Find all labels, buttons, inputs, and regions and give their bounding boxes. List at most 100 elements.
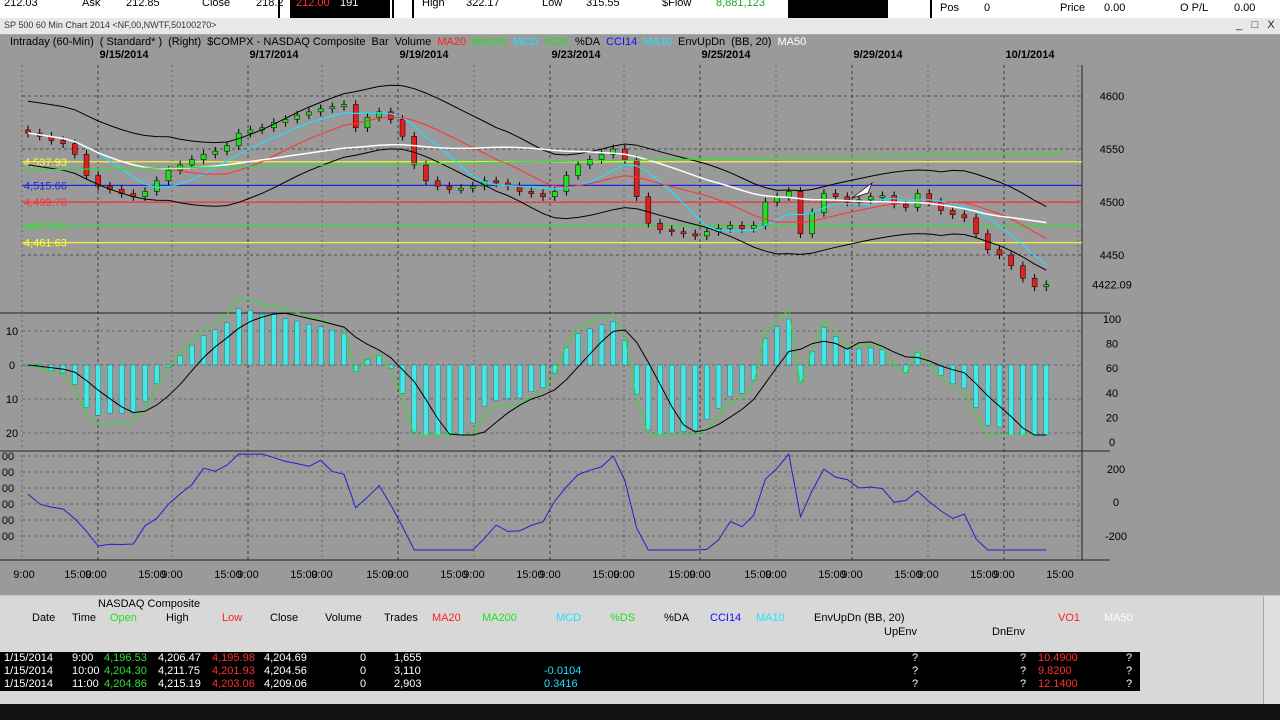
table-cell-trades: 2,903 [394,678,422,690]
table-cell-dn: ? [1020,665,1027,677]
dnenv-subheader: DnEnv [992,626,1026,638]
price-axis-label: 4450 [1100,250,1124,262]
candle-body [317,108,324,113]
table-column-header[interactable]: EnvUpDn (BB, 20) [814,612,904,624]
candle-body [645,196,652,224]
candle-body [72,143,78,155]
date-label: 9/25/2014 [702,49,752,61]
candle-body [446,185,453,190]
table-column-header[interactable]: MA200 [482,612,517,624]
table-column-header[interactable]: Trades [384,612,418,624]
ticker-price-value: 0.00 [1104,2,1126,14]
ticker-flow-value: 8,881,123 [716,0,765,9]
macd-histogram-bar [1008,364,1014,436]
candle-body [364,116,371,129]
candle-body [154,180,160,192]
table-vertical-scrollbar[interactable] [1263,596,1280,706]
candle-body [352,104,359,129]
macd-histogram-bar [575,333,581,366]
table-column-header[interactable]: Date [32,612,55,624]
table-column-header[interactable]: %DA [664,612,689,624]
macd-histogram-bar [610,321,616,366]
macd-histogram-bar [446,364,453,436]
table-column-header[interactable]: %DS [610,612,635,624]
candle-body [470,185,476,189]
candle-body [1031,278,1038,288]
table-cell-mcd: 0.3416 [544,678,578,690]
price-axis-label: 4550 [1100,144,1124,156]
table-column-header[interactable]: MA20 [432,612,461,624]
table-row[interactable]: 1/15/2014 11:00 4,204.86 4,215.19 4,203.06 4,… [0,678,1140,691]
table-group-title: NASDAQ Composite [98,598,201,610]
table-column-header[interactable]: Low [222,612,242,624]
table-cell-close: 4,204.69 [264,652,307,664]
table-column-header[interactable]: VO1 [1058,612,1080,624]
macd-histogram-bar [657,364,663,435]
candle-body [493,180,499,184]
time-axis-label: 9:00 [311,569,332,581]
macd-histogram-bar [739,364,745,394]
candle-body [786,191,792,197]
chart-area[interactable]: Intraday (60-Min)( Standard* ) (Right) $CO… [0,35,1280,595]
date-label: 9/29/2014 [854,49,904,61]
macd-histogram-bar [200,335,207,366]
table-column-header[interactable]: MCD [556,612,581,624]
ticker-size-value: 191 [340,0,359,9]
table-column-header[interactable]: CCI14 [710,612,741,624]
macd-histogram-bar [458,364,464,436]
ticker-pos-label: Pos [940,2,959,14]
table-cell-vo: 9.8200 [1038,665,1072,677]
table-column-header[interactable]: High [166,612,189,624]
table-column-header[interactable]: Time [72,612,96,624]
macd-histogram-bar [259,313,265,366]
macd-histogram-bar [434,364,441,436]
ticker-close-label: Close [202,0,231,9]
ticker-high-value: 322.17 [466,0,500,9]
table-cell-up: ? [912,665,919,677]
macd-histogram-bar [411,364,417,433]
table-row[interactable]: 1/15/2014 9:00 4,196.53 4,206.47 4,195.98 4,2… [0,652,1140,665]
macd-histogram-bar [587,328,593,366]
table-cell-ma50: ? [1126,652,1133,664]
time-axis-label: 9:00 [387,569,408,581]
candle-body [750,225,757,229]
ma10-line [27,112,1047,266]
price-axis-label: 4500 [1100,197,1124,209]
macd-histogram-bar [540,364,546,388]
maximize-button[interactable]: □ [1248,19,1262,32]
table-column-header[interactable]: Close [270,612,298,624]
candle-body [212,150,219,155]
candle-body [762,201,769,226]
chart-canvas[interactable]: 9/15/2014 9/17/2014 9/19/2014 9/23/2014 9/25… [0,35,1280,595]
candle-body [189,159,195,166]
table-column-header[interactable]: Open [110,612,137,624]
macd-histogram-bar [72,364,78,385]
candle-body [165,169,172,182]
candle-body [528,191,535,194]
close-button[interactable]: X [1264,19,1278,32]
cci-right-axis-label: 200 [1107,464,1125,476]
table-row[interactable]: 1/15/2014 10:00 4,204.30 4,211.75 4,201.93 4,… [0,665,1140,678]
date-label: 9/15/2014 [100,49,150,61]
minimize-button[interactable]: _ [1232,19,1246,32]
candle-body [1043,284,1050,288]
ticker-divider [392,0,394,18]
candle-body [680,231,687,235]
candle-body [669,229,675,232]
table-cell-trades: 3,110 [394,665,421,677]
macd-histogram-bar [868,347,874,366]
table-column-header[interactable]: Volume [325,612,362,624]
macd-histogram-bar [598,324,605,366]
stochastic-axis-label: 80 [1106,339,1118,351]
ticker-bid-value: 212.03 [4,0,38,9]
candle-body [657,222,663,230]
table-cell-volume: 0 [360,678,367,690]
table-cell-high: 4,215.19 [158,678,201,690]
time-axis-label: 9:00 [993,569,1014,581]
data-table-pane: NASDAQ Composite Date Time Open High Low Clos… [0,596,1280,720]
macd-axis-label: 20 [6,428,18,440]
table-column-header[interactable]: MA50 [1104,612,1133,624]
macd-histogram-bar [1043,364,1049,435]
ticker-low-value: 315.55 [586,0,620,9]
table-column-header[interactable]: MA10 [756,612,785,624]
